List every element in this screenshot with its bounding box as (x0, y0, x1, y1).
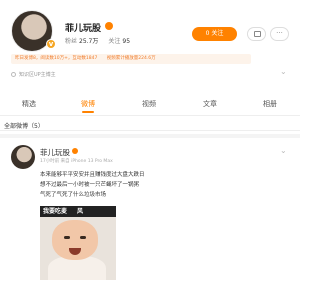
profile-tabs: 精选 微博 视频 文章 相册 (0, 94, 300, 116)
message-icon (254, 31, 261, 37)
message-button[interactable] (247, 27, 266, 41)
image-figure-eye (80, 236, 86, 239)
image-caption-right: 风 (77, 208, 84, 215)
image-figure-eye (64, 236, 70, 239)
verified-badge-icon: v (46, 39, 56, 49)
following-count[interactable]: 95 (122, 38, 130, 45)
image-caption: 我要吃麦 风 (40, 206, 116, 217)
section-divider (0, 134, 300, 138)
tab-weibo[interactable]: 微博 (81, 99, 95, 109)
post-line: 本来能够平平安安并且赚钱度过大盘大跌日 (40, 172, 145, 178)
post-menu-chevron-icon[interactable]: ⌄ (280, 146, 287, 155)
follow-button[interactable]: 0 关注 (192, 27, 237, 41)
following-label: 关注 (108, 38, 121, 45)
post-line: 想不过最后一小时被一只芒蝇坏了一锅粥 (40, 182, 140, 188)
section-header: 全部微博 （5） (0, 117, 300, 131)
post-author[interactable]: 菲儿玩股 (40, 147, 70, 158)
tab-article[interactable]: 文章 (203, 99, 217, 109)
info-item-video: 视频累计播放量224.6万 (106, 56, 156, 61)
tab-video[interactable]: 视频 (142, 99, 156, 109)
post-image[interactable]: 我要吃麦 风 (40, 206, 116, 280)
profile-header: v 菲儿玩股 粉丝 25.7万 关注 95 0 关注 ··· (0, 0, 300, 52)
active-tab-indicator (82, 111, 94, 113)
post-meta: 17小时前 来自 iPhone 13 Pro Max (40, 159, 113, 164)
profile-stats: 粉丝 25.7万 关注 95 (65, 36, 140, 45)
bio-text: 知识区UP主博主 (19, 72, 56, 78)
post-vip-icon (72, 148, 78, 154)
bio-icon (11, 72, 16, 77)
post-text[interactable]: 本来能够平平安安并且赚钱度过大盘大跌日 想不过最后一小时被一只芒蝇坏了一锅粥 气… (40, 170, 145, 200)
fans-count[interactable]: 25.7万 (79, 38, 98, 45)
profile-bio: 知识区UP主博主 (11, 71, 56, 78)
info-item-weibo: 昨日发博8，阅读数10万+，互动数1847 (15, 56, 98, 61)
post-avatar[interactable] (11, 145, 35, 169)
expand-chevron-icon[interactable]: ⌄ (280, 67, 287, 76)
activity-info-bar[interactable]: 昨日发博8，阅读数10万+，互动数1847 视频累计播放量224.6万 (11, 54, 251, 64)
profile-name: 菲儿玩股 (65, 24, 102, 34)
section-title[interactable]: 全部微博 (4, 121, 28, 130)
tab-featured[interactable]: 精选 (22, 99, 36, 109)
image-caption-left: 我要吃麦 (43, 208, 68, 215)
section-count: （5） (28, 123, 44, 130)
more-button[interactable]: ··· (270, 27, 289, 41)
fans-label: 粉丝 (65, 38, 78, 45)
post-line: 气死了气死了什么垃圾市场 (40, 192, 107, 198)
vip-icon (105, 22, 113, 30)
tab-album[interactable]: 相册 (263, 99, 277, 109)
